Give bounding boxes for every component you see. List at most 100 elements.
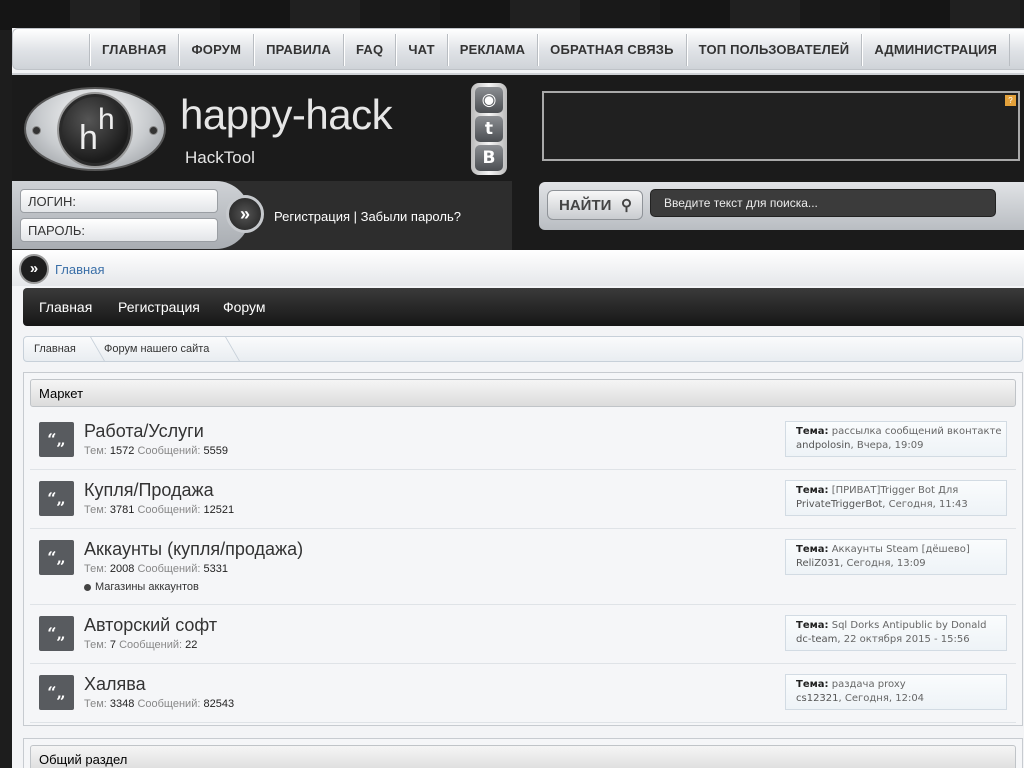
last-post-date: 22 октября 2015 - 15:56 (843, 634, 970, 645)
theme-label: Тема: (796, 679, 829, 690)
posts-count: 5559 (203, 445, 228, 457)
forum-stats: Тем: 3348 Сообщений: 82543 (84, 698, 234, 710)
last-post-topic[interactable]: Аккаунты Steam [дёшево] (832, 544, 970, 555)
category-header[interactable]: Маркет (30, 379, 1016, 407)
category-header[interactable]: Общий раздел (30, 745, 1016, 768)
theme-label: Тема: (796, 485, 829, 496)
last-post-date: Сегодня, 13:09 (846, 558, 926, 569)
theme-label: Тема: (796, 544, 829, 555)
posts-label: Сообщений: (119, 639, 183, 651)
vk-icon[interactable]: B (475, 145, 503, 171)
last-post-user[interactable]: dc-team (796, 634, 837, 645)
site-logo[interactable]: h h (24, 87, 166, 171)
nav-item[interactable]: ПРАВИЛА (253, 34, 343, 66)
breadcrumb-item-home[interactable]: Главная (34, 343, 76, 355)
last-post-date: Вчера, 19:09 (856, 440, 924, 451)
rss-icon[interactable]: ◉ (475, 87, 503, 113)
password-field[interactable]: ПАРОЛЬ: (20, 218, 218, 242)
category-general: Общий раздел (23, 738, 1023, 768)
last-post: Тема: раздача proxy cs12321, Сегодня, 12:… (785, 674, 1007, 710)
last-post-user[interactable]: cs12321 (796, 693, 839, 704)
forum-title[interactable]: Работа/Услуги (84, 421, 204, 442)
last-post-date: Сегодня, 12:04 (844, 693, 925, 704)
posts-label: Сообщений: (137, 563, 201, 575)
quote-icon: “„ (39, 616, 74, 651)
last-post-user[interactable]: ReliZ031 (796, 558, 840, 569)
theme-label: Тема: (796, 426, 829, 437)
forum-title[interactable]: Авторский софт (84, 615, 217, 636)
ad-banner[interactable]: ? (542, 91, 1020, 161)
last-post: Тема: рассылка сообщений вконтакте andpol… (785, 421, 1007, 457)
quote-icon: “„ (39, 422, 74, 457)
topics-count: 3348 (109, 698, 135, 710)
site-header: h h happy-hack HackTool ◉ t B ? ЛОГИН: П… (12, 73, 1024, 251)
logo-letter-h-raised: h (98, 103, 115, 136)
window-top-strip (0, 0, 1024, 30)
nav-item[interactable]: АДМИНИСТРАЦИЯ (861, 34, 1011, 66)
nav-item[interactable]: ЧАТ (395, 34, 446, 66)
search-button[interactable]: НАЙТИ ⚲ (547, 190, 643, 220)
forum-nav-register[interactable]: Регистрация (118, 299, 200, 315)
search-button-label: НАЙТИ (559, 197, 612, 214)
last-post-user[interactable]: PrivateTriggerBot (796, 499, 882, 510)
logo-dot-left (32, 126, 41, 135)
forum-title[interactable]: Халява (84, 674, 146, 695)
forum-title[interactable]: Аккаунты (купля/продажа) (84, 539, 303, 560)
topics-label: Тем: (84, 504, 107, 516)
posts-label: Сообщений: (137, 445, 201, 457)
page: ГЛАВНАЯ ФОРУМ ПРАВИЛА FAQ ЧАТ РЕКЛАМА ОБРАТНАЯ… (12, 28, 1024, 768)
forum-stats: Тем: 1572 Сообщений: 5559 (84, 445, 228, 457)
forum-nav-forum[interactable]: Форум (223, 299, 266, 315)
search-bar: НАЙТИ ⚲ Введите текст для поиска... (539, 182, 1024, 230)
nav-item[interactable]: ТОП ПОЛЬЗОВАТЕЛЕЙ (685, 34, 862, 66)
nav-item[interactable]: РЕКЛАМА (446, 34, 537, 66)
forum-nav-home[interactable]: Главная (39, 299, 92, 315)
top-navigation: ГЛАВНАЯ ФОРУМ ПРАВИЛА FAQ ЧАТ РЕКЛАМА ОБРАТНАЯ… (12, 28, 1024, 70)
topics-count: 1572 (109, 445, 135, 457)
breadcrumb-home-link[interactable]: Главная (55, 262, 104, 277)
site-subtitle: HackTool (185, 148, 255, 167)
social-buttons: ◉ t B (471, 83, 507, 175)
breadcrumb-separator (211, 336, 241, 362)
register-forgot-links[interactable]: Регистрация | Забыли пароль? (274, 209, 461, 224)
nav-item[interactable]: ГЛАВНАЯ (89, 34, 178, 66)
quote-icon: “„ (39, 481, 74, 516)
nav-item[interactable]: FAQ (343, 34, 395, 66)
search-icon: ⚲ (621, 197, 632, 214)
forum-title[interactable]: Купля/Продажа (84, 480, 214, 501)
breadcrumb-bar: » Главная (12, 250, 1024, 286)
search-input[interactable]: Введите текст для поиска... (650, 189, 996, 217)
last-post-user[interactable]: andpolosin (796, 440, 851, 451)
chevron-right-icon[interactable]: » (19, 254, 49, 284)
posts-count: 5331 (203, 563, 228, 575)
subforum-link[interactable]: Магазины аккаунтов (84, 581, 199, 593)
logo-dot-right (149, 126, 158, 135)
logo-emblem: h h (59, 94, 131, 166)
login-field[interactable]: ЛОГИН: (20, 189, 218, 213)
theme-label: Тема: (796, 620, 829, 631)
last-post-topic[interactable]: раздача proxy (832, 679, 906, 690)
forum-row: “„ Авторский софт Тем: 7 Сообщений: 22 Тема… (30, 605, 1016, 664)
nav-item[interactable]: ОБРАТНАЯ СВЯЗЬ (537, 34, 685, 66)
topics-label: Тем: (84, 563, 107, 575)
last-post-topic[interactable]: Sql Dorks Antipublic by Donald (832, 620, 987, 631)
last-post-topic[interactable]: рассылка сообщений вконтакте (832, 426, 1002, 437)
quote-icon: “„ (39, 540, 74, 575)
forum-stats: Тем: 3781 Сообщений: 12521 (84, 504, 234, 516)
breadcrumb-item-forum[interactable]: Форум нашего сайта (104, 343, 209, 355)
ad-badge-icon: ? (1005, 95, 1016, 106)
tumblr-icon[interactable]: t (475, 116, 503, 142)
last-post-topic[interactable]: [ПРИВАТ]Trigger Bot Для (832, 485, 959, 496)
breadcrumb-separator (76, 336, 106, 362)
logo-letter-h: h (79, 119, 98, 157)
site-title[interactable]: happy-hack (180, 91, 393, 139)
topics-label: Тем: (84, 639, 107, 651)
login-form: ЛОГИН: ПАРОЛЬ: (12, 181, 250, 249)
nav-item[interactable]: ФОРУМ (178, 34, 253, 66)
posts-label: Сообщений: (137, 504, 201, 516)
login-submit-button[interactable]: » (226, 195, 264, 233)
forum-navigation: Главная Регистрация Форум (23, 288, 1024, 326)
posts-count: 22 (185, 639, 198, 651)
forum-stats: Тем: 2008 Сообщений: 5331 (84, 563, 228, 575)
forum-stats: Тем: 7 Сообщений: 22 (84, 639, 197, 651)
